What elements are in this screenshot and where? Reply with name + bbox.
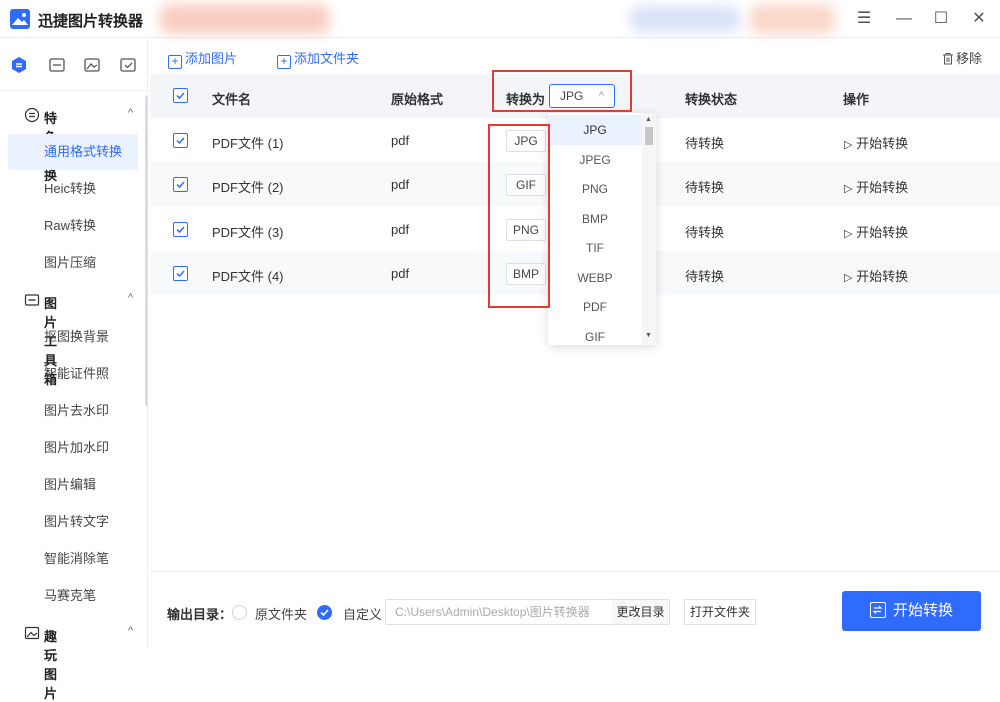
- toolbox-icon: [24, 294, 40, 306]
- row-checkbox[interactable]: [173, 177, 188, 192]
- start-convert-link[interactable]: ▷ 开始转换: [844, 222, 908, 241]
- plus-square-icon: +: [277, 55, 291, 69]
- start-convert-button[interactable]: 开始转换: [842, 591, 981, 631]
- sidebar-item-raw[interactable]: Raw转换: [8, 208, 138, 244]
- menu-icon[interactable]: ☰: [853, 8, 875, 30]
- sidebar-item-cutout[interactable]: 抠图换背景: [8, 319, 138, 355]
- image-icon: [24, 626, 40, 640]
- scroll-down-icon[interactable]: ▼: [645, 332, 652, 339]
- play-icon: ▷: [844, 228, 853, 240]
- status-text: 待转换: [685, 269, 725, 284]
- sidebar-item-mosaic[interactable]: 马赛克笔: [8, 578, 138, 614]
- start-convert-link[interactable]: ▷ 开始转换: [844, 266, 908, 285]
- check-icon: [320, 609, 329, 617]
- radio-custom[interactable]: [317, 605, 332, 620]
- blurred-banner-3: [750, 4, 835, 34]
- minimize-button[interactable]: —: [893, 8, 915, 30]
- file-name: PDF文件 (1): [212, 136, 284, 151]
- highlight-box-header-format: [492, 70, 632, 112]
- trash-icon: [943, 53, 953, 65]
- dropdown-option[interactable]: JPG: [548, 115, 642, 145]
- sidebar-item-add-watermark[interactable]: 图片加水印: [8, 430, 138, 466]
- status-text: 待转换: [685, 225, 725, 240]
- play-icon: ▷: [844, 139, 853, 151]
- header-action: 操作: [843, 92, 870, 107]
- header-orig-format: 原始格式: [391, 92, 444, 107]
- header-filename: 文件名: [212, 92, 252, 107]
- image-icon[interactable]: [81, 54, 103, 76]
- sidebar-item-remove-watermark[interactable]: 图片去水印: [8, 393, 138, 429]
- blurred-banner: [160, 4, 330, 34]
- file-name: PDF文件 (2): [212, 180, 284, 195]
- list-circle-icon: [24, 107, 40, 123]
- file-name: PDF文件 (3): [212, 225, 284, 240]
- dropdown-option[interactable]: GIF: [548, 322, 642, 345]
- maximize-button[interactable]: ☐: [930, 8, 952, 30]
- app-logo-icon: [10, 9, 30, 29]
- sidebar-item-compress[interactable]: 图片压缩: [8, 245, 138, 281]
- scroll-up-icon[interactable]: ▲: [645, 116, 652, 123]
- header-status: 转换状态: [685, 92, 738, 107]
- option-original-folder[interactable]: 原文件夹: [255, 604, 307, 623]
- play-icon: ▷: [844, 272, 853, 284]
- title-bar: 迅捷图片转换器 ☰ — ☐ ✕: [0, 0, 1000, 38]
- sidebar-item-edit[interactable]: 图片编辑: [8, 467, 138, 503]
- toolbox-icon[interactable]: [46, 54, 68, 76]
- sidebar-scrollbar[interactable]: [145, 96, 148, 406]
- start-convert-link[interactable]: ▷ 开始转换: [844, 133, 908, 152]
- sidebar-item-heic[interactable]: Heic转换: [8, 171, 138, 207]
- status-text: 待转换: [685, 136, 725, 151]
- check-square-icon[interactable]: [117, 54, 139, 76]
- dropdown-option[interactable]: WEBP: [548, 263, 642, 293]
- orig-format: pdf: [391, 222, 410, 237]
- row-checkbox[interactable]: [173, 266, 188, 281]
- dropdown-option[interactable]: JPEG: [548, 145, 642, 175]
- format-dropdown: JPG JPEG PNG BMP TIF WEBP PDF GIF ▲ ▼: [548, 113, 656, 345]
- orig-format: pdf: [391, 266, 410, 281]
- dropdown-option[interactable]: PDF: [548, 292, 642, 322]
- orig-format: pdf: [391, 133, 410, 148]
- highlight-box-row-formats: [488, 124, 550, 308]
- status-text: 待转换: [685, 180, 725, 195]
- output-bar: 输出目录： 原文件夹 自定义 C:\Users\Admin\Desktop\图片…: [150, 571, 1000, 648]
- output-dir-label: 输出目录：: [167, 607, 233, 622]
- sidebar-item-eraser[interactable]: 智能消除笔: [8, 541, 138, 577]
- sidebar-item-general-format[interactable]: 通用格式转换: [8, 134, 138, 170]
- dropdown-option[interactable]: PNG: [548, 174, 642, 204]
- sidebar-item-ocr[interactable]: 图片转文字: [8, 504, 138, 540]
- change-dir-button[interactable]: 更改目录: [612, 599, 670, 625]
- open-folder-button[interactable]: 打开文件夹: [684, 599, 756, 625]
- sidebar-item-id-photo[interactable]: 智能证件照: [8, 356, 138, 392]
- play-icon: ▷: [844, 183, 853, 195]
- dropdown-option[interactable]: BMP: [548, 204, 642, 234]
- chevron-up-icon: ^: [128, 625, 134, 637]
- plus-square-icon: +: [168, 55, 182, 69]
- dropdown-option[interactable]: TIF: [548, 233, 642, 263]
- add-folder-button[interactable]: + 添加文件夹: [277, 48, 359, 69]
- close-button[interactable]: ✕: [968, 8, 990, 30]
- chevron-up-icon: ^: [128, 292, 134, 304]
- add-image-button[interactable]: + 添加图片: [168, 48, 237, 69]
- file-name: PDF文件 (4): [212, 269, 284, 284]
- app-title: 迅捷图片转换器: [38, 13, 144, 30]
- row-checkbox[interactable]: [173, 222, 188, 237]
- chevron-up-icon: ^: [128, 107, 134, 119]
- sidebar-divider: [0, 90, 148, 91]
- row-checkbox[interactable]: [173, 133, 188, 148]
- dropdown-scroll-thumb[interactable]: [645, 127, 653, 145]
- radio-original-folder[interactable]: [232, 605, 247, 620]
- select-all-checkbox[interactable]: [173, 88, 188, 103]
- option-custom[interactable]: 自定义: [343, 604, 382, 623]
- remove-button[interactable]: 移除: [942, 48, 982, 67]
- blurred-banner-2: [630, 6, 740, 32]
- hexagon-icon[interactable]: [8, 54, 30, 76]
- output-path-input[interactable]: C:\Users\Admin\Desktop\图片转换器: [385, 599, 613, 625]
- orig-format: pdf: [391, 177, 410, 192]
- convert-icon: [869, 602, 886, 618]
- dropdown-scrollbar[interactable]: [642, 113, 656, 345]
- start-convert-link[interactable]: ▷ 开始转换: [844, 177, 908, 196]
- sidebar: 特色转换 ^ 通用格式转换 Heic转换 Raw转换 图片压缩 图片工具箱 ^ …: [0, 38, 148, 701]
- sidebar-icon-bar: [0, 54, 148, 80]
